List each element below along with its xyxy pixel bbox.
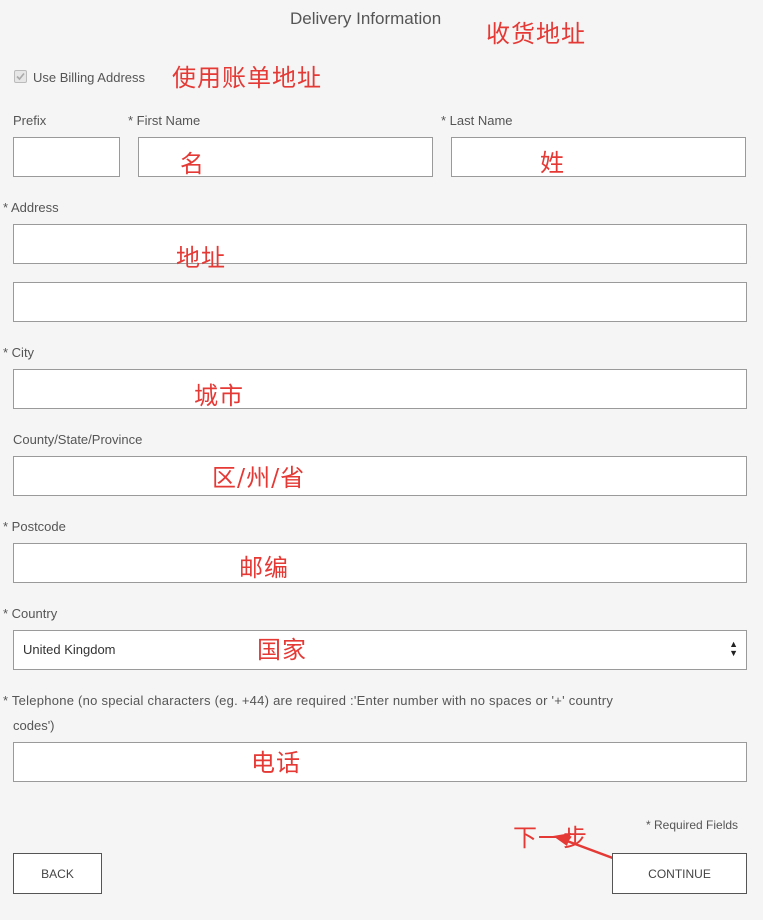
address-annotation: 地址 <box>176 244 226 272</box>
country-annotation: 国家 <box>257 636 307 664</box>
title-annotation: 收货地址 <box>486 20 586 48</box>
back-button[interactable]: BACK <box>13 853 102 894</box>
continue-button[interactable]: CONTINUE <box>612 853 747 894</box>
use-billing-address-checkbox[interactable] <box>14 70 27 83</box>
first-name-annotation: 名 <box>180 150 205 178</box>
telephone-label-continued: codes') <box>13 718 55 733</box>
county-input[interactable] <box>13 456 747 496</box>
city-annotation: 城市 <box>194 382 244 410</box>
first-name-label: * First Name <box>128 113 201 128</box>
last-name-annotation: 姓 <box>540 149 565 177</box>
address-line1-input[interactable] <box>13 224 747 264</box>
country-selected-value: United Kingdom <box>23 642 116 657</box>
postcode-annotation: 邮编 <box>239 554 289 582</box>
city-label: * City <box>3 345 35 360</box>
city-input[interactable] <box>13 369 747 409</box>
postcode-input[interactable] <box>13 543 747 583</box>
use-billing-address-label: Use Billing Address <box>33 70 145 85</box>
prefix-label: Prefix <box>13 113 47 128</box>
checkmark-icon <box>16 72 25 81</box>
select-arrows-icon: ▲ ▼ <box>729 639 738 658</box>
telephone-input[interactable] <box>13 742 747 782</box>
address-line2-input[interactable] <box>13 282 747 322</box>
prefix-input[interactable] <box>13 137 120 177</box>
country-select[interactable]: United Kingdom ▲ ▼ <box>13 630 747 670</box>
telephone-annotation: 电话 <box>251 749 301 777</box>
postcode-label: * Postcode <box>3 519 66 534</box>
last-name-input[interactable] <box>451 137 746 177</box>
last-name-label: * Last Name <box>441 113 513 128</box>
telephone-label: * Telephone (no special characters (eg. … <box>3 693 614 708</box>
county-label: County/State/Province <box>13 432 143 447</box>
required-fields-note: * Required Fields <box>646 818 739 832</box>
country-label: * Country <box>3 606 58 621</box>
billing-annotation: 使用账单地址 <box>172 64 322 92</box>
page-title: Delivery Information <box>290 9 442 28</box>
county-annotation: 区/州/省 <box>212 464 306 492</box>
address-label: * Address <box>3 200 59 215</box>
